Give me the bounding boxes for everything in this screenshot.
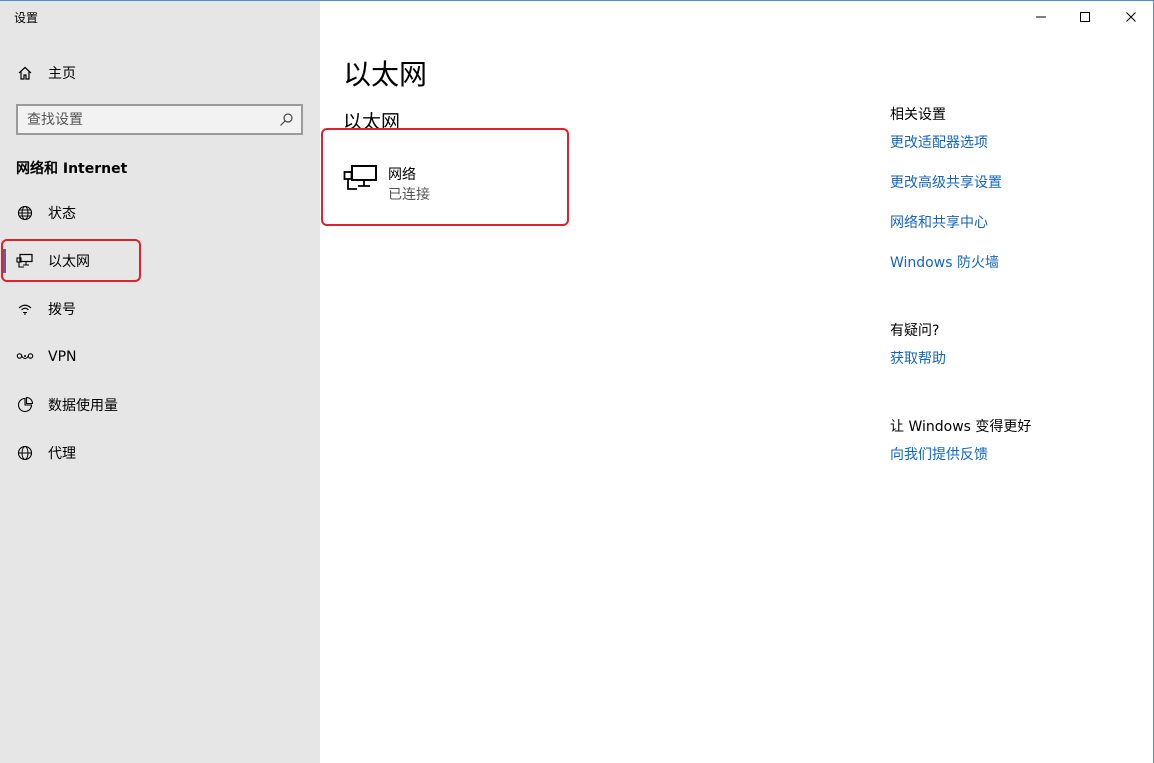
section-heading: 网络和 Internet — [16, 161, 128, 177]
sidebar-item-label: 以太网 — [48, 254, 90, 270]
vpn-icon — [16, 348, 34, 366]
sidebar-item-dialup[interactable]: 拨号 — [0, 289, 320, 329]
sidebar-item-vpn[interactable]: VPN — [0, 337, 320, 377]
sidebar-item-ethernet[interactable]: 以太网 — [0, 241, 320, 281]
network-sharing-center-link[interactable]: 网络和共享中心 — [890, 212, 988, 232]
app-title: 设置 — [14, 11, 39, 25]
search-box[interactable] — [16, 104, 303, 135]
settings-window: 设置 主页 网络和 Internet 状态 以太网 — [0, 0, 1154, 763]
data-usage-icon — [16, 396, 34, 414]
search-icon[interactable] — [278, 112, 294, 128]
status-globe-icon — [16, 204, 34, 222]
network-name: 网络 — [388, 167, 416, 183]
sidebar-item-label: 拨号 — [48, 302, 76, 318]
sidebar-item-data-usage[interactable]: 数据使用量 — [0, 385, 320, 425]
ethernet-icon — [16, 252, 34, 270]
give-feedback-link[interactable]: 向我们提供反馈 — [890, 444, 988, 464]
close-button[interactable] — [1108, 1, 1153, 33]
network-status: 已连接 — [388, 187, 430, 203]
change-advanced-sharing-link[interactable]: 更改高级共享设置 — [890, 172, 1002, 192]
network-connection-item[interactable]: 网络 已连接 — [330, 141, 560, 215]
home-icon — [16, 64, 34, 82]
search-input[interactable] — [27, 111, 267, 128]
home-nav-item[interactable]: 主页 — [0, 53, 320, 93]
section-title: 以太网 — [343, 111, 401, 133]
sidebar-item-status[interactable]: 状态 — [0, 193, 320, 233]
feedback-heading: 让 Windows 变得更好 — [890, 419, 1032, 435]
home-label: 主页 — [48, 66, 76, 82]
dialup-icon — [16, 300, 34, 318]
proxy-globe-icon — [16, 444, 34, 462]
minimize-icon — [1036, 16, 1046, 18]
page-title: 以太网 — [343, 58, 428, 91]
get-help-link[interactable]: 获取帮助 — [890, 348, 946, 368]
minimize-button[interactable] — [1018, 1, 1064, 33]
maximize-button[interactable] — [1062, 1, 1108, 33]
sidebar-item-label: VPN — [48, 349, 77, 365]
close-icon — [1126, 12, 1136, 22]
sidebar-item-label: 状态 — [48, 206, 76, 222]
related-settings-heading: 相关设置 — [890, 107, 946, 123]
sidebar: 设置 主页 网络和 Internet 状态 以太网 — [0, 1, 320, 763]
sidebar-item-label: 数据使用量 — [48, 398, 118, 414]
help-heading: 有疑问? — [890, 323, 940, 339]
maximize-icon — [1080, 12, 1090, 22]
sidebar-item-proxy[interactable]: 代理 — [0, 433, 320, 473]
windows-firewall-link[interactable]: Windows 防火墙 — [890, 252, 999, 272]
sidebar-item-label: 代理 — [48, 446, 76, 462]
change-adapter-options-link[interactable]: 更改适配器选项 — [890, 132, 988, 152]
ethernet-network-icon — [343, 164, 379, 192]
